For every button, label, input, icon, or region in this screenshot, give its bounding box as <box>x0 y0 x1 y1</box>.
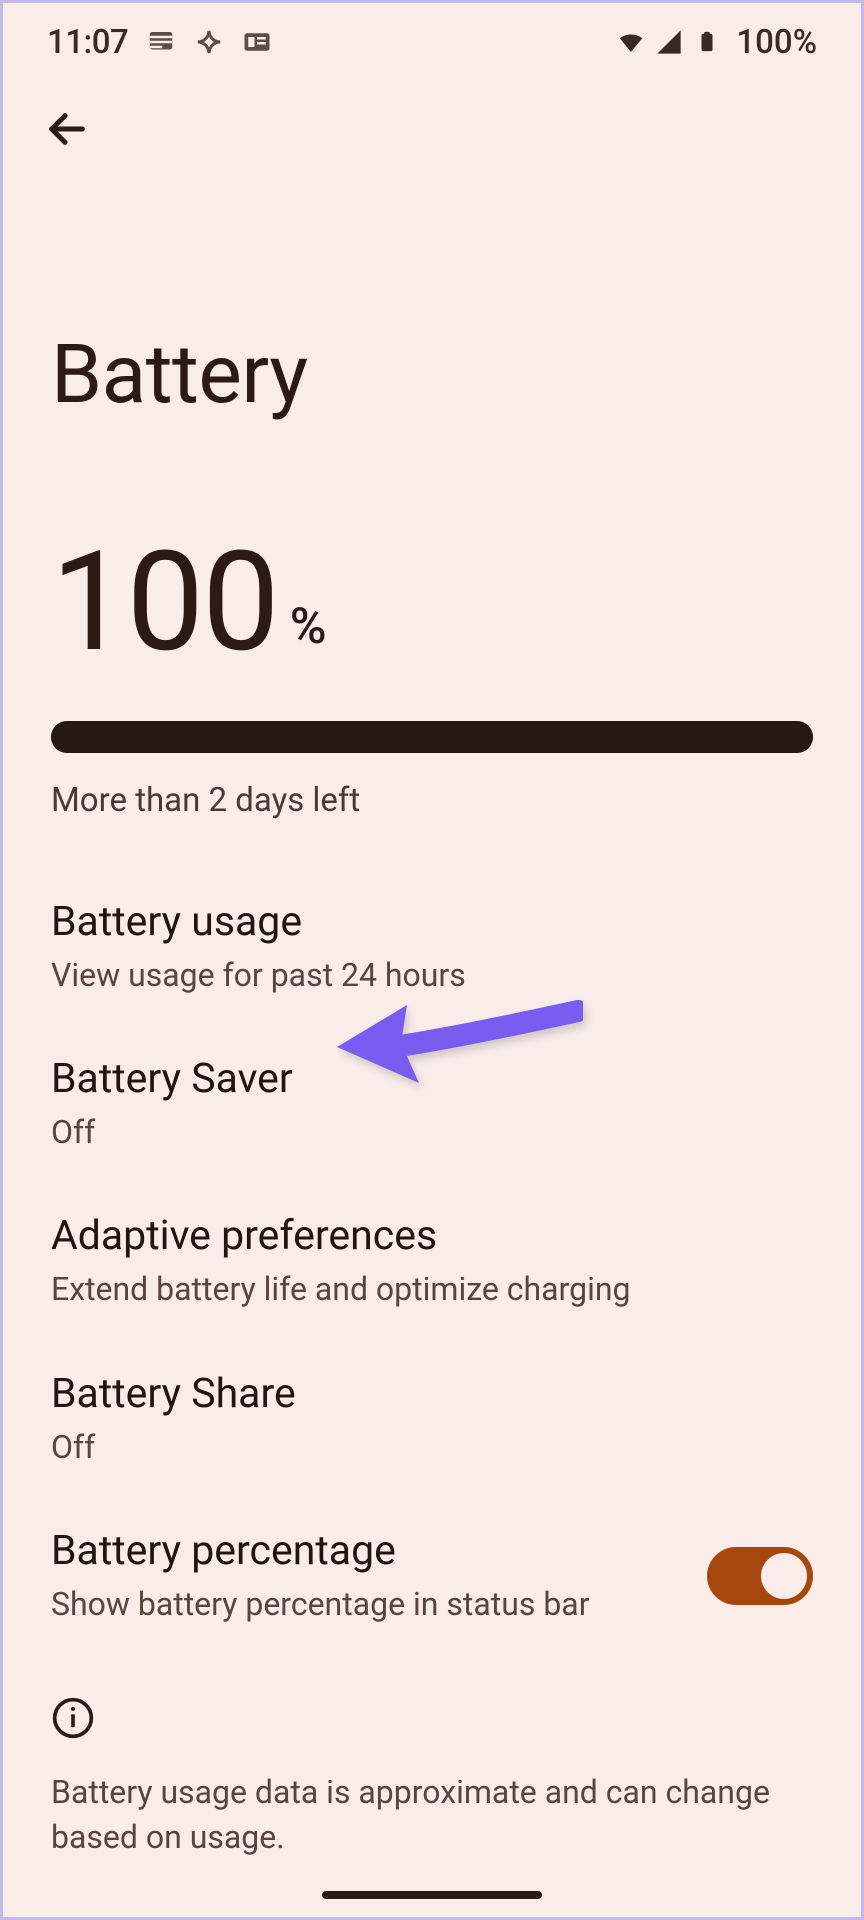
news-icon <box>242 27 272 57</box>
setting-title: Battery Saver <box>51 1055 813 1103</box>
battery-percentage-switch[interactable] <box>707 1547 813 1605</box>
battery-level-fill <box>51 721 813 753</box>
status-time: 11:07 <box>47 23 128 62</box>
setting-subtitle: Off <box>51 1111 813 1154</box>
battery-icon <box>692 27 722 57</box>
battery-summary: 100% More than 2 days left <box>3 443 861 820</box>
page-title: Battery <box>3 157 861 443</box>
setting-subtitle: Extend battery life and optimize chargin… <box>51 1268 813 1311</box>
wifi-icon <box>616 27 646 57</box>
setting-title: Battery percentage <box>51 1527 683 1575</box>
setting-subtitle: Show battery percentage in status bar <box>51 1583 683 1626</box>
setting-title: Battery Share <box>51 1370 813 1418</box>
battery-share-item[interactable]: Battery Share Off <box>3 1342 861 1499</box>
setting-title: Battery usage <box>51 898 813 946</box>
cell-signal-icon <box>654 27 684 57</box>
battery-percent-symbol: % <box>290 598 327 656</box>
battery-estimate: More than 2 days left <box>51 781 813 820</box>
adaptive-preferences-item[interactable]: Adaptive preferences Extend battery life… <box>3 1184 861 1341</box>
battery-percentage-item[interactable]: Battery percentage Show battery percenta… <box>3 1499 861 1656</box>
photos-icon <box>194 27 224 57</box>
info-icon <box>51 1696 95 1740</box>
setting-title: Adaptive preferences <box>51 1212 813 1260</box>
status-bar: 11:07 100% <box>3 3 861 81</box>
messages-icon <box>146 27 176 57</box>
battery-level-bar <box>51 721 813 753</box>
setting-subtitle: Off <box>51 1426 813 1469</box>
battery-saver-item[interactable]: Battery Saver Off <box>3 1027 861 1184</box>
battery-usage-item[interactable]: Battery usage View usage for past 24 hou… <box>3 870 861 1027</box>
gesture-nav-bar[interactable] <box>322 1891 542 1899</box>
back-button[interactable] <box>39 101 95 157</box>
battery-level-value: 100 <box>51 533 278 671</box>
info-footer: Battery usage data is approximate and ca… <box>3 1656 861 1860</box>
arrow-left-icon <box>44 106 90 152</box>
info-text: Battery usage data is approximate and ca… <box>51 1770 813 1860</box>
settings-list: Battery usage View usage for past 24 hou… <box>3 820 861 1656</box>
status-battery-label: 100% <box>736 23 817 62</box>
switch-knob <box>761 1553 807 1599</box>
setting-subtitle: View usage for past 24 hours <box>51 954 813 997</box>
